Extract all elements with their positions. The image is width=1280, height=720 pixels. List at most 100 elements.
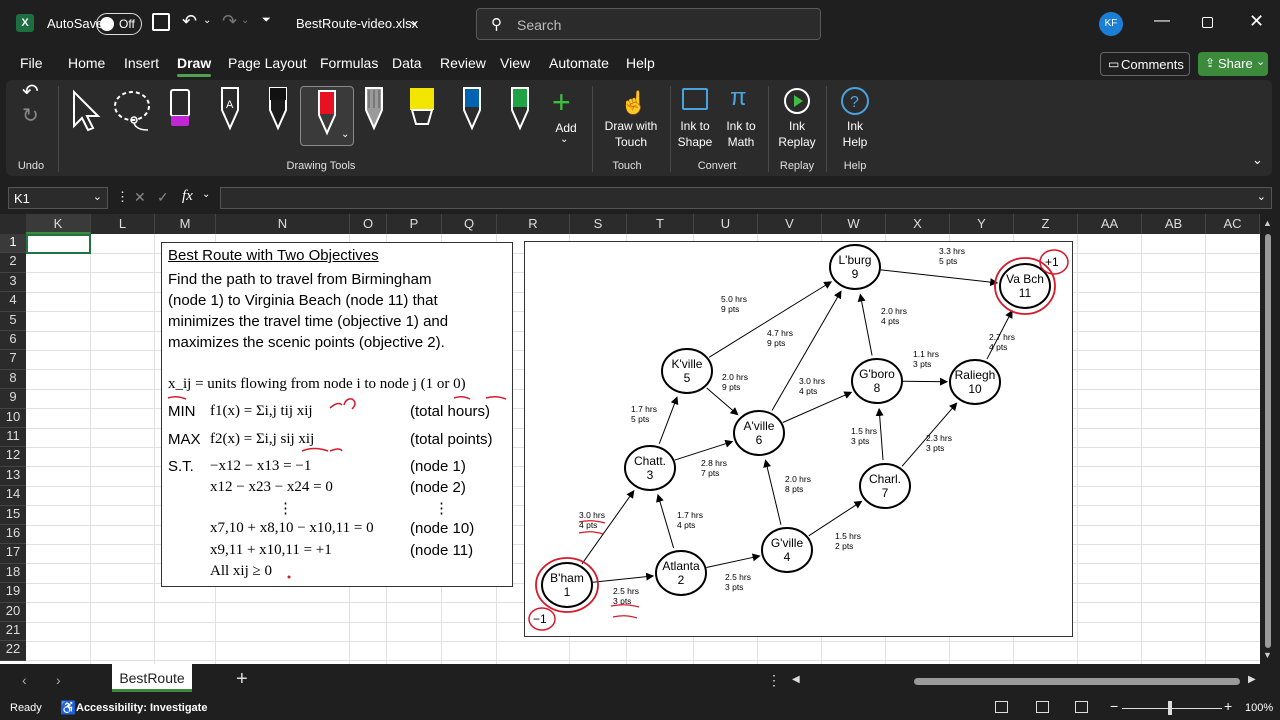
accessibility-icon[interactable]: ♿	[60, 700, 76, 716]
row-header-1[interactable]: 1	[0, 234, 26, 254]
column-header-z[interactable]: Z	[1014, 214, 1078, 234]
row-header-12[interactable]: 12	[0, 447, 26, 467]
undo-dropdown-icon[interactable]: ⌄	[203, 15, 211, 26]
zoom-in-icon[interactable]: +	[1224, 698, 1232, 714]
row-header-5[interactable]: 5	[0, 311, 26, 331]
row-header-21[interactable]: 21	[0, 622, 26, 642]
formula-input[interactable]: ⌄	[220, 187, 1272, 209]
menu-insert[interactable]: Insert	[124, 55, 159, 71]
file-name[interactable]: BestRoute-video.xlsx	[296, 16, 418, 31]
blue-pen-icon[interactable]	[458, 84, 486, 132]
menu-page-layout[interactable]: Page Layout	[228, 55, 307, 71]
autosave-toggle[interactable]: Off	[96, 13, 142, 35]
zoom-slider-thumb[interactable]	[1168, 701, 1172, 715]
more-options-icon[interactable]: ⋮	[767, 672, 781, 689]
column-header-y[interactable]: Y	[950, 214, 1014, 234]
row-header-7[interactable]: 7	[0, 350, 26, 370]
column-header-n[interactable]: N	[216, 214, 350, 234]
column-header-x[interactable]: X	[886, 214, 950, 234]
row-header-4[interactable]: 4	[0, 292, 26, 312]
select-all-corner[interactable]	[0, 214, 26, 234]
row-header-20[interactable]: 20	[0, 602, 26, 622]
undo-icon[interactable]: ↶	[182, 11, 197, 32]
menu-help[interactable]: Help	[626, 55, 655, 71]
column-header-s[interactable]: S	[570, 214, 627, 234]
row-header-15[interactable]: 15	[0, 505, 26, 525]
lasso-select-icon[interactable]	[112, 88, 156, 132]
menu-view[interactable]: View	[500, 55, 530, 71]
menu-home[interactable]: Home	[68, 55, 105, 71]
avatar[interactable]: KF	[1099, 12, 1123, 36]
action-pen-icon[interactable]: A	[216, 84, 244, 132]
redo-dropdown-icon[interactable]: ⌄	[241, 15, 249, 26]
black-pen-icon[interactable]	[264, 84, 292, 132]
normal-view-icon[interactable]	[995, 701, 1008, 713]
row-header-22[interactable]: 22	[0, 641, 26, 661]
column-header-q[interactable]: Q	[442, 214, 497, 234]
column-header-ab[interactable]: AB	[1142, 214, 1206, 234]
active-cell-k1[interactable]	[26, 234, 91, 254]
row-header-2[interactable]: 2	[0, 253, 26, 273]
column-header-r[interactable]: R	[497, 214, 570, 234]
redo-icon[interactable]: ↷	[222, 11, 237, 32]
customize-qat-icon[interactable]: ⏷	[262, 14, 271, 27]
page-break-view-icon[interactable]	[1075, 701, 1088, 713]
chevron-down-icon[interactable]: ⌄	[202, 189, 210, 200]
accessibility-status[interactable]: Accessibility: Investigate	[76, 702, 207, 714]
redo-icon[interactable]: ↻	[22, 106, 39, 126]
menu-draw[interactable]: Draw	[177, 55, 212, 77]
next-sheet-icon[interactable]: ›	[56, 672, 61, 688]
scroll-down-icon[interactable]: ▼	[1263, 650, 1272, 660]
row-header-3[interactable]: 3	[0, 272, 26, 293]
zoom-level[interactable]: 100%	[1245, 702, 1273, 714]
row-header-17[interactable]: 17	[0, 544, 26, 564]
zoom-slider[interactable]	[1122, 708, 1222, 709]
row-header-19[interactable]: 19	[0, 583, 26, 603]
eraser-icon[interactable]	[166, 86, 194, 132]
row-header-8[interactable]: 8	[0, 369, 26, 390]
column-header-v[interactable]: V	[758, 214, 822, 234]
green-pen-icon[interactable]	[506, 84, 534, 132]
save-icon[interactable]	[152, 13, 170, 31]
column-header-ac[interactable]: AC	[1206, 214, 1260, 234]
spreadsheet-grid[interactable]: K L M N O P Q R S T U V W X Y Z AA AB AC 1 2 3 4 5 6 7 8 9 10 11 12 13…	[0, 214, 1260, 664]
yellow-highlighter-icon[interactable]	[406, 84, 438, 132]
draw-with-touch-button[interactable]: ☝ Draw with Touch	[596, 84, 666, 152]
column-header-u[interactable]: U	[694, 214, 758, 234]
minimize-icon[interactable]: —	[1154, 12, 1170, 30]
more-options-icon[interactable]: ⋮	[116, 189, 129, 205]
column-header-o[interactable]: O	[350, 214, 387, 234]
menu-review[interactable]: Review	[440, 55, 486, 71]
column-header-m[interactable]: M	[155, 214, 216, 234]
red-pen-selected[interactable]: ⌄	[300, 86, 354, 146]
cancel-icon[interactable]: ✕	[134, 189, 146, 206]
ink-to-shape-button[interactable]: Ink to Shape	[672, 84, 718, 152]
scroll-right-icon[interactable]: ▶	[1248, 674, 1256, 685]
undo-icon[interactable]: ↶	[22, 82, 39, 102]
row-header-16[interactable]: 16	[0, 525, 26, 545]
select-arrow-icon[interactable]	[68, 88, 102, 132]
column-header-w[interactable]: W	[822, 214, 886, 234]
row-header-6[interactable]: 6	[0, 331, 26, 351]
column-header-t[interactable]: T	[627, 214, 694, 234]
network-diagram[interactable]: 2.5 hrs 3 pts 3.0 hrs 4 pts 1.7 hrs 4 pts 2.5 …	[524, 241, 1073, 637]
row-header-9[interactable]: 9	[0, 389, 26, 409]
ink-replay-button[interactable]: Ink Replay	[770, 84, 824, 152]
collapse-ribbon-icon[interactable]: ⌄	[1252, 152, 1263, 168]
menu-file[interactable]: File	[20, 55, 43, 71]
horizontal-scrollbar-thumb[interactable]	[914, 678, 1240, 685]
search-box[interactable]: ⚲ Search	[476, 8, 821, 40]
ink-to-math-button[interactable]: π Ink to Math	[718, 84, 764, 152]
scroll-left-icon[interactable]: ◀	[792, 674, 800, 685]
row-header-11[interactable]: 11	[0, 428, 26, 448]
enter-icon[interactable]: ✓	[157, 189, 169, 206]
ink-help-button[interactable]: ? Ink Help	[828, 84, 882, 152]
row-header-14[interactable]: 14	[0, 486, 26, 506]
page-layout-view-icon[interactable]	[1036, 701, 1049, 713]
row-header-13[interactable]: 13	[0, 466, 26, 487]
scroll-up-icon[interactable]: ▲	[1263, 218, 1272, 228]
vertical-scrollbar[interactable]: ▲ ▼	[1262, 214, 1274, 664]
row-header-10[interactable]: 10	[0, 408, 26, 428]
scroll-thumb[interactable]	[1265, 234, 1271, 648]
add-sheet-icon[interactable]: +	[236, 668, 248, 691]
